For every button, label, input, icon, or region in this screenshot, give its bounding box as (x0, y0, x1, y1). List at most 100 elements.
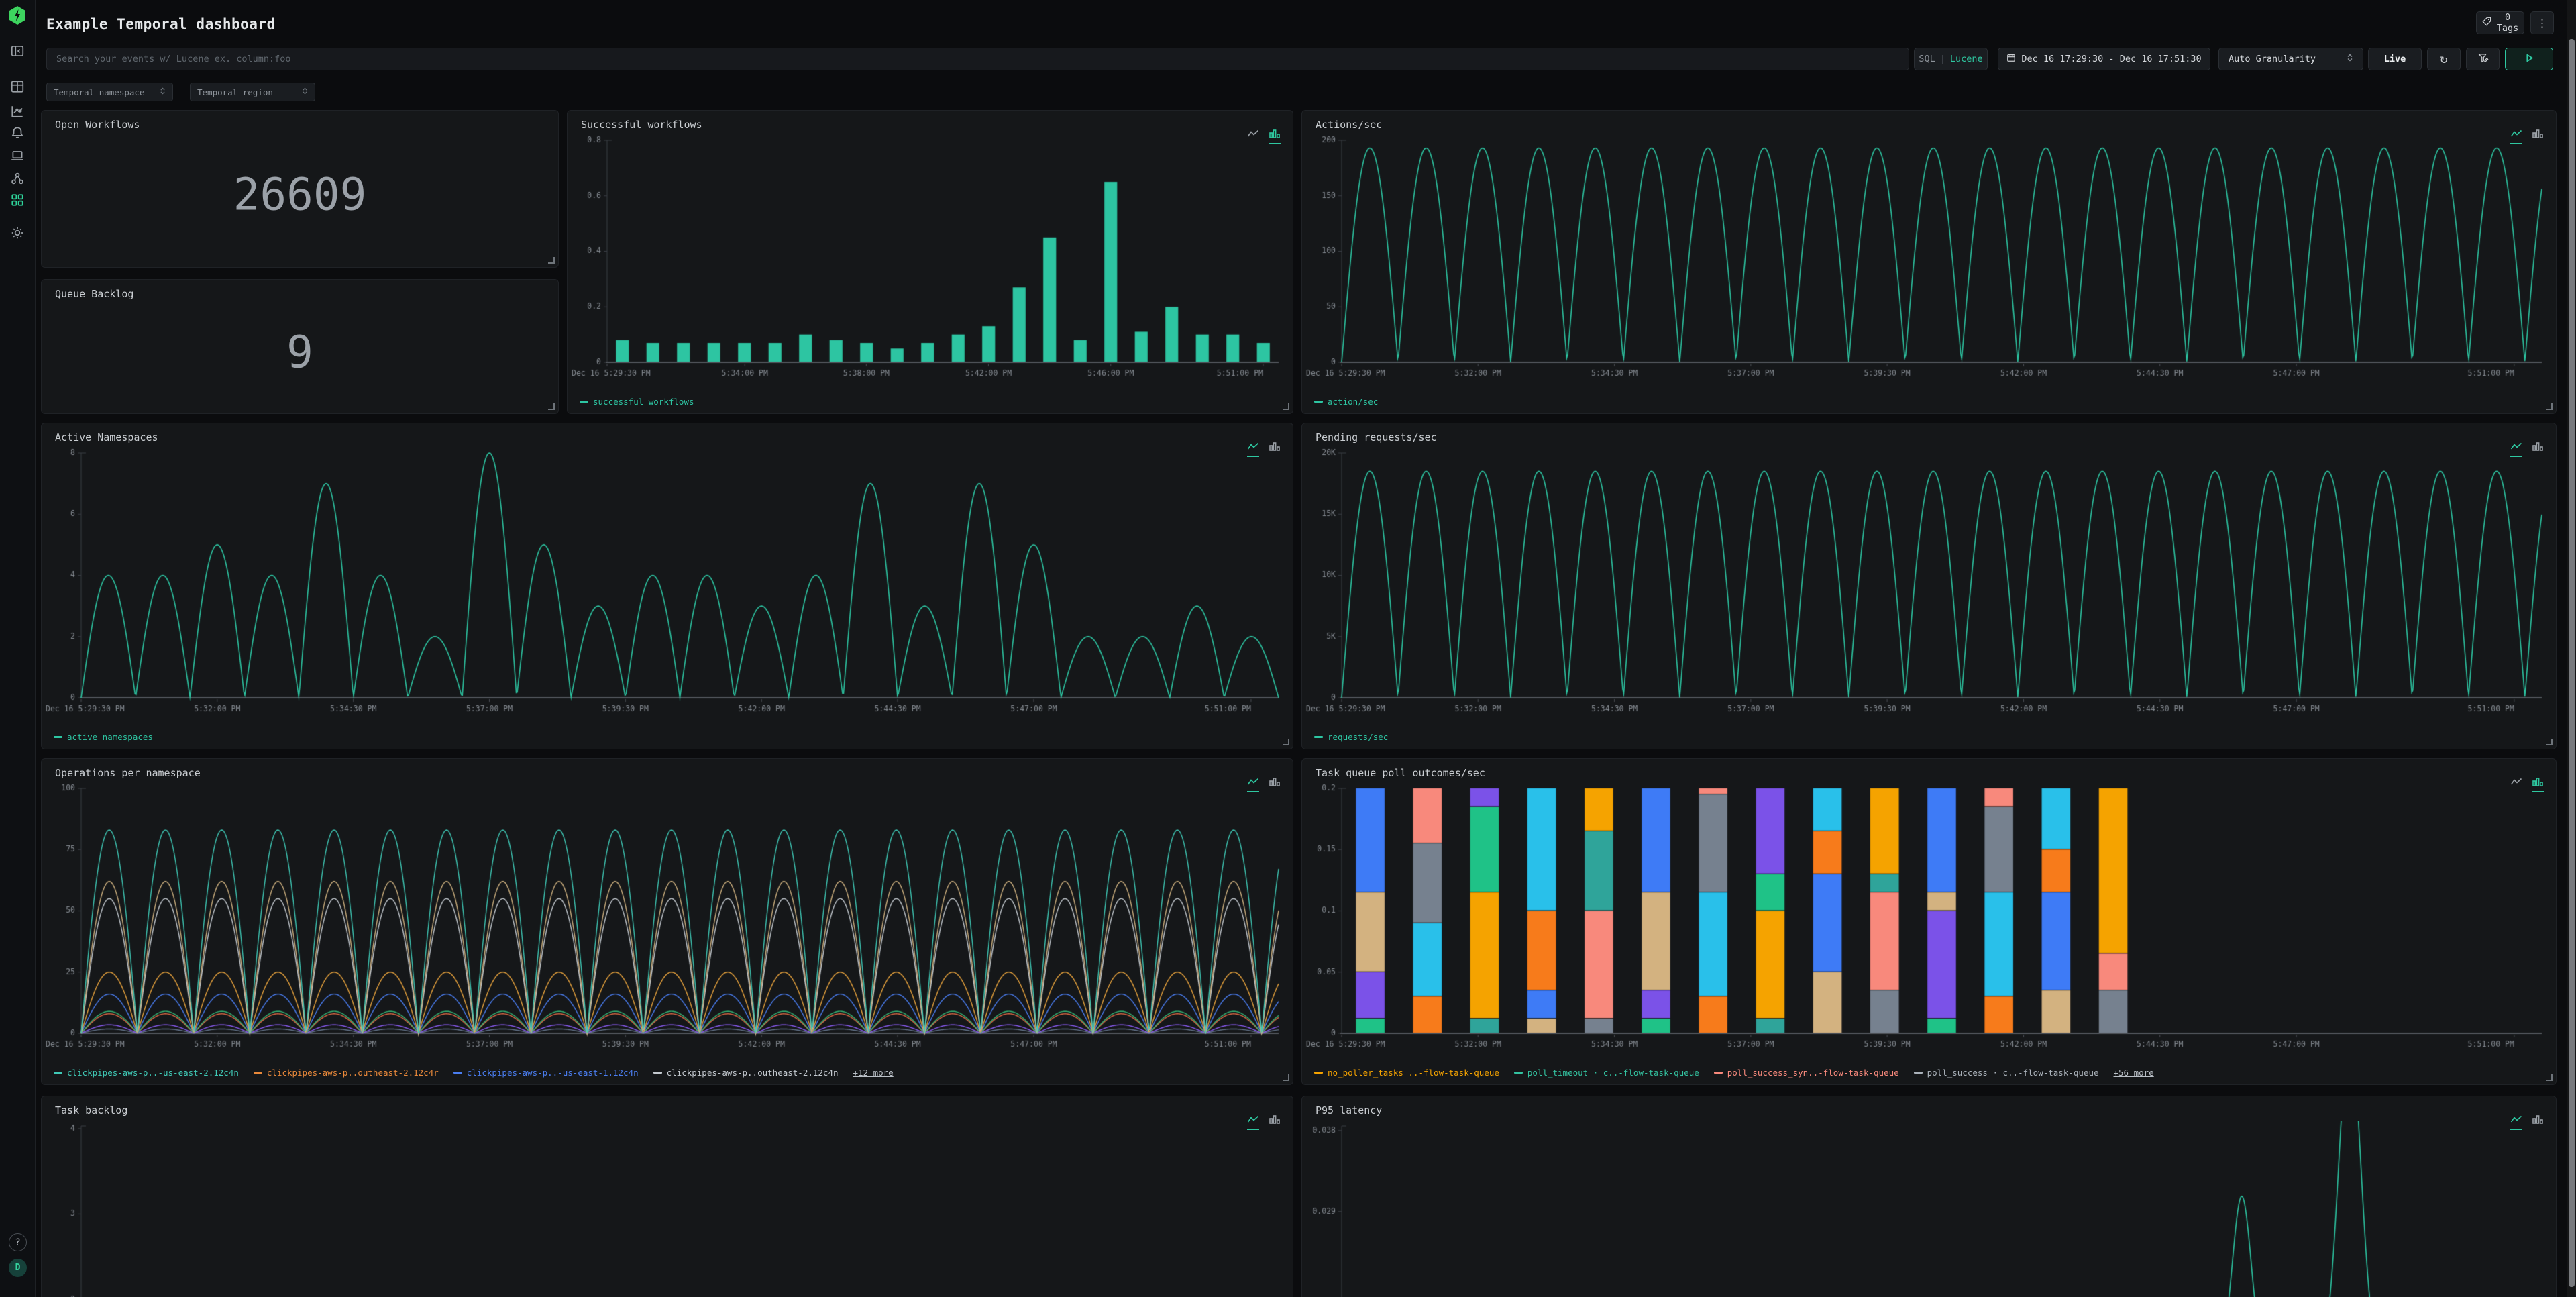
app-logo-icon[interactable] (7, 5, 28, 25)
legend-item[interactable]: successful workflows (580, 397, 694, 407)
legend-swatch (1914, 1072, 1923, 1074)
actions-per-sec-chart[interactable] (1305, 135, 2552, 382)
chart-legend: active namespaces (54, 732, 153, 742)
tags-label: 0 Tags (2497, 12, 2519, 34)
alerts-bell-icon[interactable] (9, 125, 25, 141)
task-backlog-chart[interactable] (44, 1121, 1289, 1297)
search-input[interactable] (46, 48, 1909, 70)
mode-lucene[interactable]: Lucene (1950, 54, 1983, 64)
legend-label: requests/sec (1328, 732, 1388, 742)
pipelines-icon[interactable] (9, 170, 25, 187)
legend-swatch (1314, 736, 1323, 738)
panel-title: Operations per namespace (55, 767, 201, 779)
line-chart-toggle-icon[interactable] (2510, 1114, 2522, 1130)
panel-title: Queue Backlog (55, 288, 133, 300)
refresh-button[interactable]: ↻ (2427, 48, 2461, 70)
granularity-select[interactable]: Auto Granularity (2218, 48, 2363, 70)
time-range-button[interactable]: Dec 16 17:29:30 - Dec 16 17:51:30 (1998, 48, 2210, 70)
legend-label: no_poller_tasks ..-flow-task-queue (1328, 1068, 1499, 1078)
tables-icon[interactable] (9, 79, 25, 95)
legend-item[interactable]: clickpipes-aws-p..-us-east-1.12c4n (453, 1068, 639, 1078)
run-query-button[interactable] (2505, 48, 2553, 70)
legend-item[interactable]: poll_timeout · c..-flow-task-queue (1514, 1068, 1699, 1078)
legend-label: action/sec (1328, 397, 1378, 407)
query-mode-toggle[interactable]: SQL | Lucene (1914, 48, 1988, 70)
chevron-up-down-icon (160, 87, 166, 97)
legend-swatch (580, 401, 588, 403)
legend-item[interactable]: poll_success · c..-flow-task-queue (1914, 1068, 2099, 1078)
live-button[interactable]: Live (2368, 48, 2422, 70)
line-chart-toggle-icon[interactable] (1247, 128, 1259, 144)
panel-active-namespaces: Active Namespaces active namespaces (41, 423, 1293, 749)
line-chart-toggle-icon[interactable] (2510, 441, 2522, 457)
line-chart-toggle-icon[interactable] (2510, 776, 2522, 792)
legend-label: poll_timeout · c..-flow-task-queue (1527, 1068, 1699, 1078)
legend-more-link[interactable]: +12 more (853, 1068, 894, 1078)
line-chart-toggle-icon[interactable] (1247, 776, 1259, 792)
filter-chip-temporal-namespace[interactable]: Temporal namespace (46, 83, 173, 101)
panel-operations-per-namespace: Operations per namespace clickpipes-aws-… (41, 758, 1293, 1085)
panel-actions-per-sec: Actions/sec action/sec (1301, 110, 2557, 414)
operations-per-namespace-chart[interactable] (44, 783, 1289, 1053)
task-queue-poll-outcomes-chart[interactable] (1305, 783, 2552, 1053)
bar-chart-toggle-icon[interactable] (1269, 776, 1281, 792)
scrollbar-thumb[interactable] (2569, 39, 2575, 1287)
legend-item[interactable]: no_poller_tasks ..-flow-task-queue (1314, 1068, 1499, 1078)
pending-requests-chart[interactable] (1305, 448, 2552, 718)
workstation-icon[interactable] (9, 148, 25, 164)
time-range-label: Dec 16 17:29:30 - Dec 16 17:51:30 (2021, 54, 2201, 64)
bar-chart-toggle-icon[interactable] (1269, 128, 1281, 144)
legend-more-link[interactable]: +56 more (2114, 1068, 2154, 1078)
filter-edit-button[interactable] (2466, 48, 2500, 70)
legend-swatch (1514, 1072, 1523, 1074)
legend-item[interactable]: requests/sec (1314, 732, 1388, 742)
bar-chart-toggle-icon[interactable] (2532, 776, 2544, 792)
legend-item[interactable]: clickpipes-aws-p..outheast-2.12c4r (254, 1068, 439, 1078)
chart-legend: action/sec (1314, 397, 1378, 407)
dashboards-icon[interactable] (9, 192, 25, 208)
metrics-icon[interactable] (9, 103, 25, 119)
p95-latency-chart[interactable] (1305, 1121, 2552, 1297)
legend-item[interactable]: clickpipes-aws-p..outheast-2.12c4n (653, 1068, 839, 1078)
line-chart-toggle-icon[interactable] (1247, 441, 1259, 457)
panel-task-queue-poll-outcomes: Task queue poll outcomes/sec no_poller_t… (1301, 758, 2557, 1085)
mode-divider: | (1940, 54, 1945, 64)
chart-legend: successful workflows (580, 397, 694, 407)
collapse-sidebar-icon[interactable] (9, 43, 25, 59)
panel-title: Task queue poll outcomes/sec (1316, 767, 1485, 779)
bar-chart-toggle-icon[interactable] (2532, 1114, 2544, 1130)
bar-chart-toggle-icon[interactable] (2532, 441, 2544, 457)
panel-successful-workflows: Successful workflows successful workflow… (567, 110, 1293, 414)
more-menu-button[interactable]: ⋮ (2530, 11, 2554, 34)
filter-chip-temporal-region[interactable]: Temporal region (190, 83, 315, 101)
settings-gear-icon[interactable] (9, 225, 25, 241)
play-icon (2524, 53, 2534, 66)
mode-sql[interactable]: SQL (1919, 54, 1935, 64)
app-root: { "header": { "title": "Example Temporal… (0, 0, 2576, 1297)
granularity-label: Auto Granularity (2229, 54, 2316, 64)
bar-chart-toggle-icon[interactable] (1269, 441, 1281, 457)
panel-title: Actions/sec (1316, 119, 1382, 131)
panel-pending-requests: Pending requests/sec requests/sec (1301, 423, 2557, 749)
legend-item[interactable]: action/sec (1314, 397, 1378, 407)
panel-title: P95 latency (1316, 1104, 1382, 1117)
legend-swatch (54, 1072, 62, 1074)
line-chart-toggle-icon[interactable] (2510, 128, 2522, 144)
legend-item[interactable]: poll_success_syn..-flow-task-queue (1714, 1068, 1899, 1078)
active-namespaces-chart[interactable] (44, 448, 1289, 718)
bar-chart-toggle-icon[interactable] (2532, 128, 2544, 144)
line-chart-toggle-icon[interactable] (1247, 1114, 1259, 1130)
stat-value: 26609 (42, 168, 558, 220)
panel-title: Successful workflows (581, 119, 702, 131)
panel-queue-backlog: Queue Backlog 9 (41, 279, 559, 414)
tags-button[interactable]: 0 Tags (2476, 11, 2524, 34)
user-avatar[interactable]: D (9, 1259, 27, 1277)
successful-workflows-chart[interactable] (570, 135, 1289, 382)
bar-chart-toggle-icon[interactable] (1269, 1114, 1281, 1130)
help-button[interactable]: ? (9, 1233, 27, 1251)
page-title: Example Temporal dashboard (46, 16, 276, 32)
legend-item[interactable]: clickpipes-aws-p..-us-east-2.12c4n (54, 1068, 239, 1078)
panel-p95-latency: P95 latency (1301, 1096, 2557, 1297)
legend-item[interactable]: active namespaces (54, 732, 153, 742)
legend-label: poll_success_syn..-flow-task-queue (1727, 1068, 1899, 1078)
